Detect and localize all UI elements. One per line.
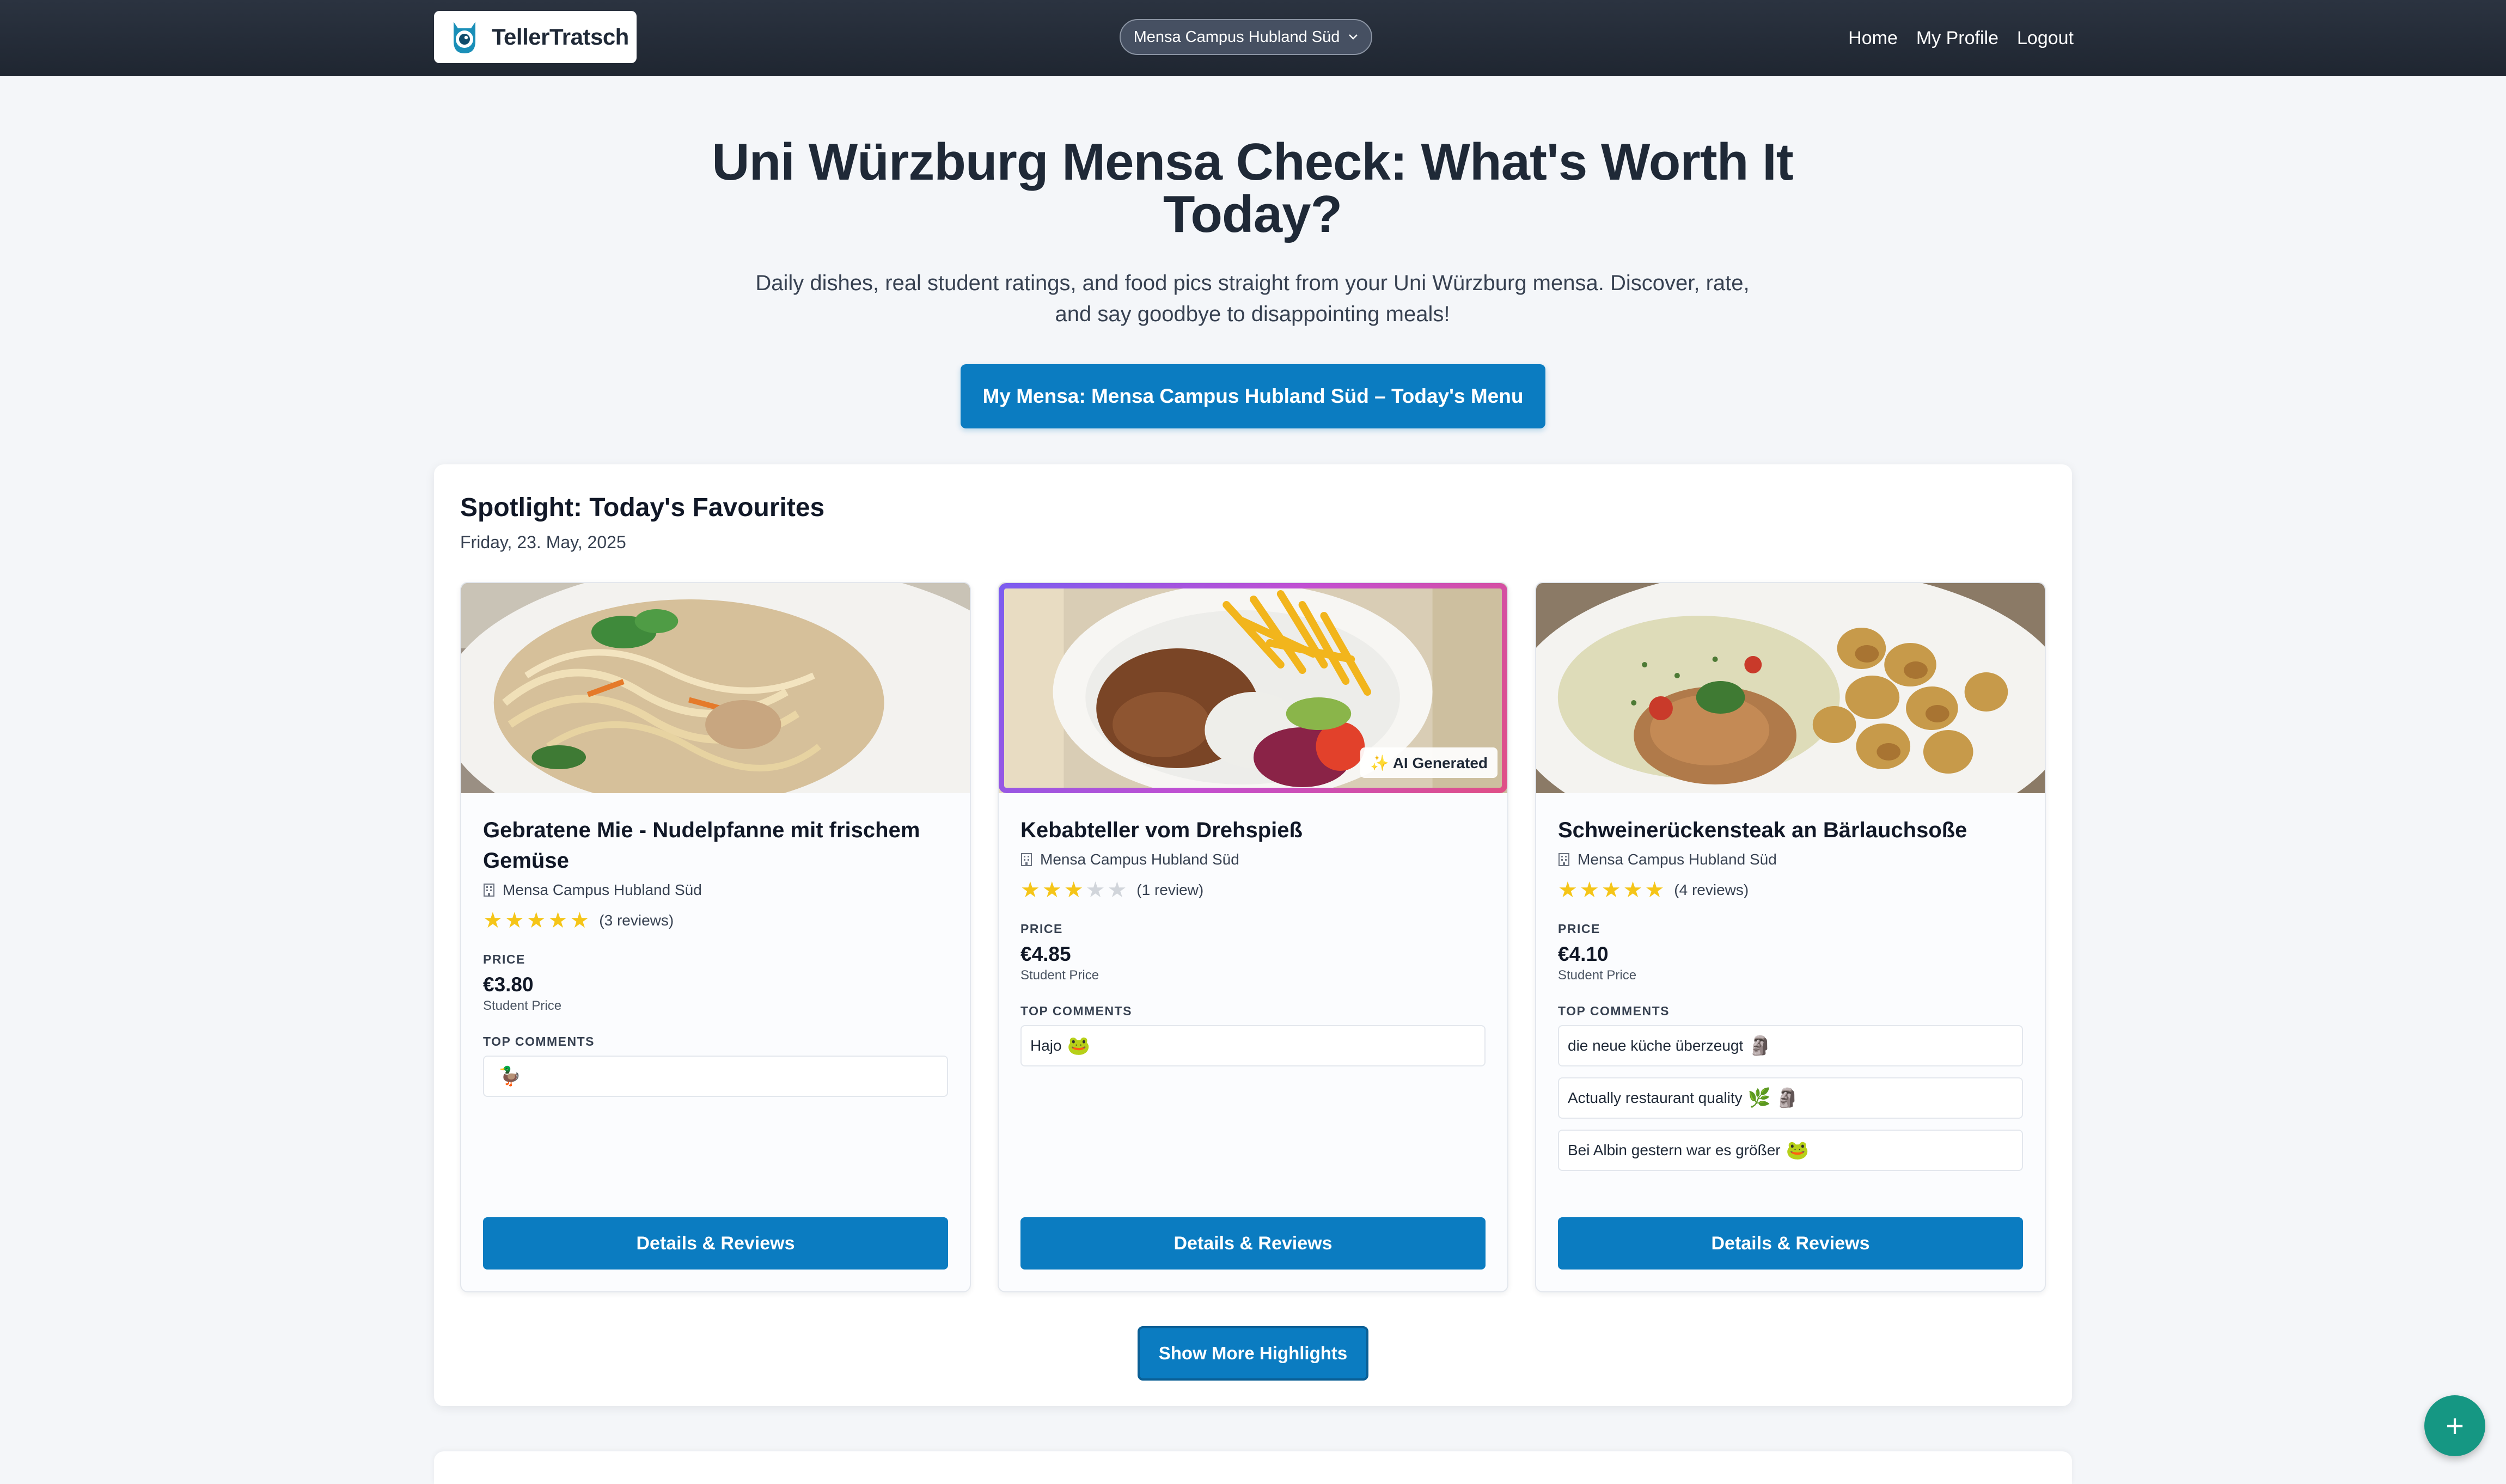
star-icon: ★ (1063, 878, 1084, 902)
hero-title: Uni Würzburg Mensa Check: What's Worth I… (712, 133, 1793, 243)
details-reviews-button[interactable]: Details & Reviews (1020, 1217, 1486, 1270)
star-icon: ★ (1042, 878, 1062, 902)
next-section-panel (434, 1451, 2072, 1484)
comment-item: Bei Albin gestern war es größer 🐸 (1558, 1130, 2023, 1171)
comment-text: die neue küche überzeugt (1568, 1037, 1744, 1054)
comment-item: Actually restaurant quality 🌿 🗿 (1558, 1077, 2023, 1119)
star-icon: ★ (1645, 878, 1665, 902)
student-price-label: Student Price (483, 998, 562, 1013)
hero-subtitle: Daily dishes, real student ratings, and … (755, 271, 1750, 326)
location-label: Mensa Campus Hubland Süd (1578, 851, 1777, 868)
dish-card: ✨ AI Generated Kebabteller vom Drehspieß… (998, 582, 1508, 1292)
dish-card: Gebratene Mie - Nudelpfanne mit frischem… (460, 582, 971, 1292)
star-icon: ★ (526, 909, 546, 933)
review-count: (4 reviews) (1674, 881, 1749, 898)
brand-name: TellerTratsch (492, 24, 629, 50)
price-label: PRICE (1020, 922, 1063, 936)
mensa-select[interactable]: Mensa Campus Hubland Süd (1120, 19, 1372, 55)
spotlight-panel: Spotlight: Today's Favourites Friday, 23… (434, 464, 2072, 1406)
nav-logout[interactable]: Logout (2017, 28, 2074, 49)
spotlight-date: Friday, 23. May, 2025 (460, 532, 626, 552)
price-value: €4.10 (1558, 943, 1609, 965)
student-price-label: Student Price (1020, 968, 1099, 983)
star-icon: ★ (1623, 878, 1643, 902)
dish-card: Schweinerückensteak an Bärlauchsoße Mens… (1535, 582, 2046, 1292)
star-icon: ★ (1601, 878, 1621, 902)
ai-generated-badge: ✨ AI Generated (1360, 747, 1498, 778)
owl-logo-icon (454, 22, 475, 53)
top-comments-label: TOP COMMENTS (483, 1034, 595, 1048)
dish-location: Mensa Campus Hubland Süd (1558, 851, 2023, 868)
duck-emoji-icon: 🦆 (498, 1066, 522, 1087)
comment-text: Bei Albin gestern war es größer (1568, 1142, 1781, 1158)
navbar: TellerTratsch Mensa Campus Hubland Süd H… (0, 0, 2506, 76)
chevron-down-icon (1349, 34, 1358, 40)
star-icon: ★ (548, 909, 568, 933)
add-floating-button[interactable]: + (2424, 1395, 2485, 1456)
herb-emoji-icon: 🌿 🗿 (1747, 1088, 1799, 1108)
dish-name[interactable]: Gebratene Mie - Nudelpfanne mit frischem… (483, 815, 948, 876)
frog-emoji-icon: 🐸 (1067, 1035, 1090, 1056)
star-icon: ★ (483, 909, 503, 933)
brand-logo[interactable]: TellerTratsch (434, 11, 637, 63)
review-count: (1 review) (1136, 881, 1204, 898)
price-label: PRICE (1558, 922, 1600, 936)
frog-emoji-icon: 🐸 (1786, 1140, 1809, 1161)
nav-home[interactable]: Home (1848, 28, 1898, 49)
mensa-select-value: Mensa Campus Hubland Süd (1133, 28, 1340, 46)
dish-name[interactable]: Kebabteller vom Drehspieß (1020, 815, 1486, 845)
price-label: PRICE (483, 952, 525, 966)
comment-item: die neue küche überzeugt 🗿 (1558, 1025, 2023, 1066)
location-label: Mensa Campus Hubland Süd (503, 881, 702, 898)
details-reviews-button[interactable]: Details & Reviews (483, 1217, 948, 1270)
dish-name[interactable]: Schweinerückensteak an Bärlauchsoße (1558, 815, 2023, 845)
nav-links: Home My Profile Logout (1848, 0, 2074, 76)
star-rating: ★ ★ ★ ★ ★ (1 review) (1020, 879, 1486, 901)
building-icon (1558, 853, 1569, 866)
dish-location: Mensa Campus Hubland Süd (1020, 851, 1486, 868)
star-icon: ★ (1558, 878, 1578, 902)
top-comments-label: TOP COMMENTS (1558, 1004, 1670, 1018)
star-icon: ★ (504, 909, 524, 933)
dish-location: Mensa Campus Hubland Süd (483, 881, 948, 899)
review-count: (3 reviews) (599, 912, 674, 929)
building-icon (484, 884, 494, 897)
dish-photo[interactable] (1536, 583, 2045, 793)
moai-emoji-icon: 🗿 (1749, 1035, 1772, 1056)
building-icon (1021, 853, 1032, 866)
comment-item: Hajo 🐸 (1020, 1025, 1486, 1066)
price-value: €4.85 (1020, 943, 1071, 965)
spotlight-title: Spotlight: Today's Favourites (460, 493, 825, 522)
my-mensa-menu-button[interactable]: My Mensa: Mensa Campus Hubland Süd – Tod… (961, 364, 1545, 428)
star-empty-icon: ★ (1085, 878, 1105, 902)
comment-text: Actually restaurant quality (1568, 1089, 1743, 1106)
star-rating: ★ ★ ★ ★ ★ (3 reviews) (483, 910, 948, 931)
dish-photo[interactable] (461, 583, 970, 793)
star-icon: ★ (570, 909, 590, 933)
comment-text: Hajo (1030, 1037, 1062, 1054)
star-empty-icon: ★ (1107, 878, 1127, 902)
location-label: Mensa Campus Hubland Süd (1040, 851, 1239, 868)
nav-my-profile[interactable]: My Profile (1916, 28, 1998, 49)
comment-item: 🦆 (483, 1056, 948, 1097)
star-icon: ★ (1579, 878, 1599, 902)
top-comments-label: TOP COMMENTS (1020, 1004, 1132, 1018)
student-price-label: Student Price (1558, 968, 1637, 983)
price-value: €3.80 (483, 973, 534, 996)
star-icon: ★ (1020, 878, 1040, 902)
star-rating: ★ ★ ★ ★ ★ (4 reviews) (1558, 879, 2023, 901)
details-reviews-button[interactable]: Details & Reviews (1558, 1217, 2023, 1270)
show-more-highlights-button[interactable]: Show More Highlights (1138, 1326, 1368, 1381)
